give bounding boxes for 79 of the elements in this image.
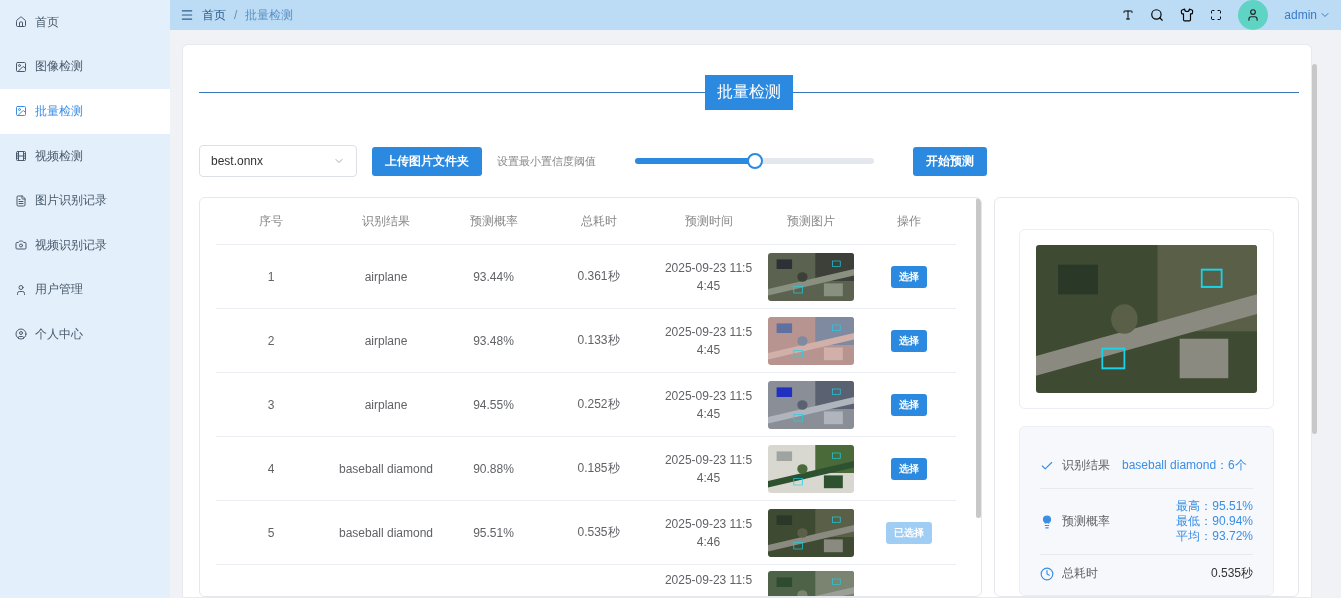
stat-label: 识别结果: [1062, 457, 1110, 474]
table-cell: 93.44%: [473, 269, 514, 284]
column-header: 序号: [259, 212, 283, 230]
clock-icon: [1040, 566, 1054, 581]
table-cell: 3: [267, 397, 275, 412]
select-button[interactable]: 选择: [890, 265, 927, 288]
shirt-icon[interactable]: [1180, 8, 1195, 22]
menu-icon[interactable]: [180, 8, 194, 22]
table-cell: 4: [267, 461, 275, 476]
stat-value: baseball diamond：6个: [1122, 457, 1247, 474]
table-cell: 2: [267, 333, 275, 348]
table-cell-text: 2025-09-23 11:54:45: [663, 259, 754, 295]
stat-value: 最低：90.94%: [1176, 514, 1253, 529]
slider-thumb[interactable]: [746, 153, 763, 169]
sidebar-item[interactable]: 首页: [0, 0, 170, 45]
model-select[interactable]: best.onnx: [199, 145, 357, 177]
table-cell-text: 2025-09-23 11:54:46: [663, 515, 754, 551]
camera-icon: [15, 239, 27, 252]
table-cell: airplane: [364, 397, 408, 412]
table-cell: 94.55%: [473, 397, 514, 412]
table-cell: 0.252秒: [577, 396, 620, 413]
column-header: 预测图片: [787, 212, 835, 230]
table-cell: baseball diamond: [338, 461, 434, 476]
film-icon: [15, 150, 27, 163]
column-header: 预测时间: [684, 212, 733, 230]
upload-button[interactable]: 上传图片文件夹: [372, 146, 482, 176]
page-title: 批量检测: [705, 74, 793, 110]
select-button[interactable]: 选择: [890, 329, 927, 352]
table-cell: 93.48%: [473, 333, 514, 348]
select-button[interactable]: 选择: [890, 457, 927, 480]
start-button[interactable]: 开始预测: [913, 146, 987, 176]
sidebar-item[interactable]: 用户管理: [0, 267, 170, 313]
table-cell: 0.185秒: [577, 460, 620, 477]
breadcrumb-link[interactable]: 首页: [202, 6, 226, 24]
stat-value: 平均：93.72%: [1176, 529, 1253, 544]
table-cell: 90.88%: [473, 461, 514, 476]
column-header: 操作: [896, 212, 921, 230]
sidebar-item[interactable]: 批量检测: [0, 89, 170, 134]
lightbulb-icon: [1040, 514, 1054, 529]
table-cell: baseball diamond: [338, 525, 434, 540]
stat-label: 总耗时: [1062, 565, 1098, 582]
image-icon: [15, 60, 27, 73]
select-button[interactable]: 选择: [890, 393, 927, 416]
user-menu[interactable]: admin: [1284, 8, 1317, 22]
home-icon: [15, 16, 27, 29]
sidebar-item[interactable]: 视频识别记录: [0, 222, 170, 268]
stat-value: 0.535秒: [1210, 565, 1253, 582]
avatar[interactable]: [1238, 0, 1269, 30]
table-cell: 1: [267, 269, 275, 284]
stat-label: 预测概率: [1062, 513, 1110, 530]
table-cell: 95.51%: [473, 525, 514, 540]
user-icon: [15, 328, 27, 341]
table-cell: 5: [267, 525, 275, 540]
sidebar-item[interactable]: 图片识别记录: [0, 178, 170, 223]
font-size-icon[interactable]: [1122, 9, 1135, 21]
column-header: 识别结果: [362, 212, 410, 230]
breadcrumb-separator: /: [234, 8, 238, 22]
table-cell: airplane: [364, 333, 408, 348]
document-icon: [15, 194, 27, 207]
table-cell-text: 2025-09-23 11:54:45: [663, 387, 754, 423]
fullscreen-icon[interactable]: [1210, 9, 1223, 21]
column-header: 总耗时: [580, 212, 617, 230]
table-cell-text: 2025-09-23 11:5: [663, 572, 754, 589]
sidebar-item[interactable]: 个人中心: [0, 312, 170, 357]
search-icon[interactable]: [1150, 8, 1165, 22]
user-icon: [15, 283, 27, 296]
table-cell: 0.361秒: [577, 268, 620, 285]
table-cell-text: 2025-09-23 11:54:45: [663, 451, 754, 487]
image-icon: [15, 105, 27, 118]
table-cell: 0.535秒: [577, 524, 620, 541]
sidebar-item[interactable]: 视频检测: [0, 133, 170, 179]
breadcrumb-link[interactable]: 批量检测: [245, 6, 294, 24]
table-cell: airplane: [364, 269, 408, 284]
sidebar-item[interactable]: 图像检测: [0, 44, 170, 90]
table-cell: 0.133秒: [577, 332, 620, 349]
stat-value: 最高：95.51%: [1176, 499, 1253, 514]
column-header: 预测概率: [469, 212, 518, 230]
threshold-label: 设置最小置信度阈值: [497, 153, 596, 169]
table-cell-text: 2025-09-23 11:54:45: [663, 323, 754, 359]
